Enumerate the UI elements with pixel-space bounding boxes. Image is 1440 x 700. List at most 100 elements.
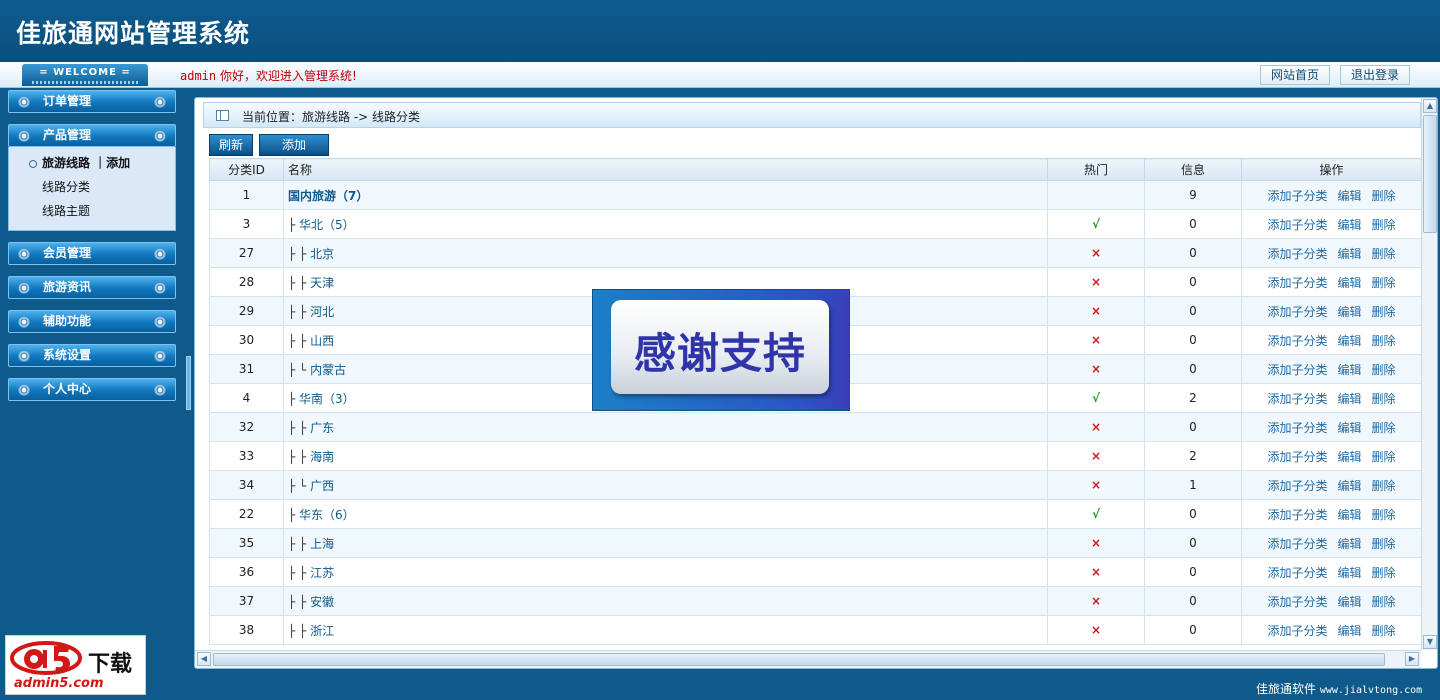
menu-order-management[interactable]: 订单管理 xyxy=(8,90,176,113)
add-subcategory-link[interactable]: 添加子分类 xyxy=(1267,247,1327,261)
edit-link[interactable]: 编辑 xyxy=(1337,247,1361,261)
delete-link[interactable]: 删除 xyxy=(1372,218,1396,232)
category-name-link[interactable]: 华北（5） xyxy=(299,218,355,232)
hot-status-icon[interactable]: × xyxy=(1091,246,1101,260)
delete-link[interactable]: 删除 xyxy=(1372,334,1396,348)
category-name-link[interactable]: 安徽 xyxy=(310,595,334,609)
delete-link[interactable]: 删除 xyxy=(1372,479,1396,493)
edit-link[interactable]: 编辑 xyxy=(1337,450,1361,464)
add-subcategory-link[interactable]: 添加子分类 xyxy=(1267,218,1327,232)
delete-link[interactable]: 删除 xyxy=(1372,392,1396,406)
category-name-link[interactable]: 北京 xyxy=(310,247,334,261)
add-subcategory-link[interactable]: 添加子分类 xyxy=(1267,624,1327,638)
add-subcategory-link[interactable]: 添加子分类 xyxy=(1267,363,1327,377)
delete-link[interactable]: 删除 xyxy=(1372,189,1396,203)
category-name-link[interactable]: 河北 xyxy=(310,305,334,319)
category-name-link[interactable]: 上海 xyxy=(310,537,334,551)
submenu-route-themes[interactable]: 线路主题 xyxy=(9,199,175,223)
category-name-link[interactable]: 华东（6） xyxy=(299,508,355,522)
hot-status-icon[interactable]: √ xyxy=(1092,507,1100,521)
hot-status-icon[interactable]: × xyxy=(1091,449,1101,463)
hot-status-icon[interactable]: × xyxy=(1091,565,1101,579)
category-name-link[interactable]: 浙江 xyxy=(310,624,334,638)
horizontal-scroll-thumb[interactable] xyxy=(213,653,1385,666)
refresh-button[interactable]: 刷新 xyxy=(209,134,253,156)
menu-auxiliary-functions[interactable]: 辅助功能 xyxy=(8,310,176,333)
delete-link[interactable]: 删除 xyxy=(1372,363,1396,377)
category-name-link[interactable]: 山西 xyxy=(310,334,334,348)
menu-travel-news[interactable]: 旅游资讯 xyxy=(8,276,176,299)
edit-link[interactable]: 编辑 xyxy=(1337,624,1361,638)
edit-link[interactable]: 编辑 xyxy=(1337,479,1361,493)
delete-link[interactable]: 删除 xyxy=(1372,595,1396,609)
hot-status-icon[interactable]: × xyxy=(1091,333,1101,347)
menu-system-settings[interactable]: 系统设置 xyxy=(8,344,176,367)
delete-link[interactable]: 删除 xyxy=(1372,624,1396,638)
category-name-link[interactable]: 江苏 xyxy=(310,566,334,580)
footer-url[interactable]: www.jialvtong.com xyxy=(1320,685,1422,696)
hot-status-icon[interactable]: × xyxy=(1091,594,1101,608)
add-subcategory-link[interactable]: 添加子分类 xyxy=(1267,392,1327,406)
delete-link[interactable]: 删除 xyxy=(1372,421,1396,435)
delete-link[interactable]: 删除 xyxy=(1372,450,1396,464)
add-button[interactable]: 添加 xyxy=(259,134,329,156)
category-name-link[interactable]: 华南（3） xyxy=(299,392,355,406)
scroll-left-icon[interactable]: ◀ xyxy=(197,652,211,666)
add-subcategory-link[interactable]: 添加子分类 xyxy=(1267,189,1327,203)
add-subcategory-link[interactable]: 添加子分类 xyxy=(1267,305,1327,319)
add-subcategory-link[interactable]: 添加子分类 xyxy=(1267,479,1327,493)
edit-link[interactable]: 编辑 xyxy=(1337,276,1361,290)
category-name-link[interactable]: 天津 xyxy=(310,276,334,290)
menu-member-management[interactable]: 会员管理 xyxy=(8,242,176,265)
category-name-link[interactable]: 广东 xyxy=(310,421,334,435)
add-subcategory-link[interactable]: 添加子分类 xyxy=(1267,421,1327,435)
delete-link[interactable]: 删除 xyxy=(1372,508,1396,522)
delete-link[interactable]: 删除 xyxy=(1372,276,1396,290)
edit-link[interactable]: 编辑 xyxy=(1337,537,1361,551)
delete-link[interactable]: 删除 xyxy=(1372,247,1396,261)
add-subcategory-link[interactable]: 添加子分类 xyxy=(1267,537,1327,551)
edit-link[interactable]: 编辑 xyxy=(1337,363,1361,377)
hot-status-icon[interactable]: √ xyxy=(1092,391,1100,405)
submenu-travel-routes[interactable]: 旅游线路 ｜添加 xyxy=(9,151,175,175)
category-name-link[interactable]: 国内旅游（7） xyxy=(288,189,368,203)
edit-link[interactable]: 编辑 xyxy=(1337,421,1361,435)
scroll-right-icon[interactable]: ▶ xyxy=(1405,652,1419,666)
hot-status-icon[interactable]: √ xyxy=(1092,217,1100,231)
delete-link[interactable]: 删除 xyxy=(1372,537,1396,551)
edit-link[interactable]: 编辑 xyxy=(1337,334,1361,348)
hot-status-icon[interactable]: × xyxy=(1091,275,1101,289)
horizontal-scrollbar[interactable]: ◀ ▶ xyxy=(195,650,1421,668)
edit-link[interactable]: 编辑 xyxy=(1337,305,1361,319)
vertical-scroll-thumb[interactable] xyxy=(1423,115,1437,233)
add-subcategory-link[interactable]: 添加子分类 xyxy=(1267,450,1327,464)
add-subcategory-link[interactable]: 添加子分类 xyxy=(1267,508,1327,522)
add-subcategory-link[interactable]: 添加子分类 xyxy=(1267,566,1327,580)
edit-link[interactable]: 编辑 xyxy=(1337,189,1361,203)
category-name-link[interactable]: 海南 xyxy=(310,450,334,464)
hot-status-icon[interactable]: × xyxy=(1091,623,1101,637)
edit-link[interactable]: 编辑 xyxy=(1337,566,1361,580)
edit-link[interactable]: 编辑 xyxy=(1337,392,1361,406)
menu-personal-center[interactable]: 个人中心 xyxy=(8,378,176,401)
hot-status-icon[interactable]: × xyxy=(1091,536,1101,550)
edit-link[interactable]: 编辑 xyxy=(1337,508,1361,522)
site-home-button[interactable]: 网站首页 xyxy=(1260,65,1330,85)
scroll-up-icon[interactable]: ▲ xyxy=(1423,99,1437,113)
logout-button[interactable]: 退出登录 xyxy=(1340,65,1410,85)
category-name-link[interactable]: 内蒙古 xyxy=(310,363,346,377)
sidebar-collapse-handle[interactable] xyxy=(186,356,191,410)
hot-status-icon[interactable]: × xyxy=(1091,478,1101,492)
scroll-down-icon[interactable]: ▼ xyxy=(1423,635,1437,649)
hot-status-icon[interactable]: × xyxy=(1091,420,1101,434)
submenu-route-categories[interactable]: 线路分类 xyxy=(9,175,175,199)
add-subcategory-link[interactable]: 添加子分类 xyxy=(1267,276,1327,290)
add-subcategory-link[interactable]: 添加子分类 xyxy=(1267,334,1327,348)
category-name-link[interactable]: 广西 xyxy=(310,479,334,493)
menu-product-management[interactable]: 产品管理 xyxy=(8,124,176,147)
vertical-scrollbar[interactable]: ▲ ▼ xyxy=(1421,98,1437,650)
hot-status-icon[interactable]: × xyxy=(1091,362,1101,376)
delete-link[interactable]: 删除 xyxy=(1372,305,1396,319)
hot-status-icon[interactable]: × xyxy=(1091,304,1101,318)
add-subcategory-link[interactable]: 添加子分类 xyxy=(1267,595,1327,609)
